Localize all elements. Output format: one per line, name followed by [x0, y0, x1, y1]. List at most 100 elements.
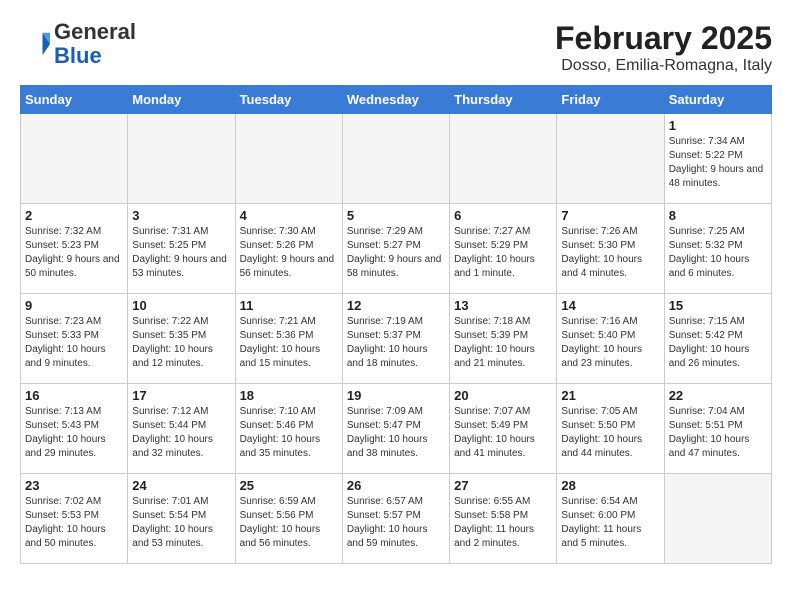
day-info: Sunrise: 7:13 AM Sunset: 5:43 PM Dayligh… [25, 405, 123, 461]
day-number: 20 [454, 388, 552, 403]
calendar-cell: 1Sunrise: 7:34 AM Sunset: 5:22 PM Daylig… [664, 114, 771, 204]
day-number: 13 [454, 298, 552, 313]
col-sunday: Sunday [21, 86, 128, 114]
day-info: Sunrise: 7:25 AM Sunset: 5:32 PM Dayligh… [669, 225, 767, 281]
day-info: Sunrise: 7:04 AM Sunset: 5:51 PM Dayligh… [669, 405, 767, 461]
day-info: Sunrise: 7:10 AM Sunset: 5:46 PM Dayligh… [240, 405, 338, 461]
day-number: 8 [669, 208, 767, 223]
day-info: Sunrise: 7:22 AM Sunset: 5:35 PM Dayligh… [132, 315, 230, 371]
day-info: Sunrise: 7:07 AM Sunset: 5:49 PM Dayligh… [454, 405, 552, 461]
calendar-cell: 7 Sunrise: 7:26 AM Sunset: 5:30 PM Daylig… [557, 204, 664, 294]
col-friday: Friday [557, 86, 664, 114]
day-info: Sunrise: 7:09 AM Sunset: 5:47 PM Dayligh… [347, 405, 445, 461]
day-info: Sunrise: 7:32 AM Sunset: 5:23 PM Dayligh… [25, 225, 123, 281]
calendar-week-row: 2 Sunrise: 7:32 AM Sunset: 5:23 PM Daylig… [21, 204, 772, 294]
day-info: Sunrise: 7:30 AM Sunset: 5:26 PM Dayligh… [240, 225, 338, 281]
calendar-cell: 12Sunrise: 7:19 AM Sunset: 5:37 PM Dayli… [342, 294, 449, 384]
day-info: Sunrise: 7:05 AM Sunset: 5:50 PM Dayligh… [561, 405, 659, 461]
calendar-cell: 27 Sunrise: 6:55 AM Sunset: 5:58 PM Dayli… [450, 474, 557, 564]
day-info: Sunrise: 7:31 AM Sunset: 5:25 PM Dayligh… [132, 225, 230, 281]
day-info: Sunrise: 7:23 AM Sunset: 5:33 PM Dayligh… [25, 315, 123, 371]
calendar-cell: 23 Sunrise: 7:02 AM Sunset: 5:53 PM Dayli… [21, 474, 128, 564]
day-info: Sunrise: 7:01 AM Sunset: 5:54 PM Dayligh… [132, 495, 230, 551]
location-text: Dosso, Emilia-Romagna, Italy [555, 57, 772, 75]
calendar-table: Sunday Monday Tuesday Wednesday Thursday… [20, 85, 772, 564]
day-number: 25 [240, 478, 338, 493]
day-info: Sunrise: 7:19 AM Sunset: 5:37 PM Dayligh… [347, 315, 445, 371]
day-number: 19 [347, 388, 445, 403]
calendar-week-row: 1Sunrise: 7:34 AM Sunset: 5:22 PM Daylig… [21, 114, 772, 204]
day-info: Sunrise: 6:57 AM Sunset: 5:57 PM Dayligh… [347, 495, 445, 551]
day-info: Sunrise: 7:02 AM Sunset: 5:53 PM Dayligh… [25, 495, 123, 551]
calendar-cell: 8 Sunrise: 7:25 AM Sunset: 5:32 PM Daylig… [664, 204, 771, 294]
day-number: 28 [561, 478, 659, 493]
calendar-cell [557, 114, 664, 204]
calendar-cell: 3 Sunrise: 7:31 AM Sunset: 5:25 PM Daylig… [128, 204, 235, 294]
calendar-cell: 16 Sunrise: 7:13 AM Sunset: 5:43 PM Dayli… [21, 384, 128, 474]
calendar-cell: 18 Sunrise: 7:10 AM Sunset: 5:46 PM Dayli… [235, 384, 342, 474]
title-area: February 2025 Dosso, Emilia-Romagna, Ita… [555, 20, 772, 75]
day-info: Sunrise: 6:59 AM Sunset: 5:56 PM Dayligh… [240, 495, 338, 551]
logo-icon [20, 29, 50, 59]
calendar-cell: 6 Sunrise: 7:27 AM Sunset: 5:29 PM Daylig… [450, 204, 557, 294]
day-number: 23 [25, 478, 123, 493]
calendar-cell: 25 Sunrise: 6:59 AM Sunset: 5:56 PM Dayli… [235, 474, 342, 564]
day-number: 6 [454, 208, 552, 223]
day-number: 7 [561, 208, 659, 223]
day-info: Sunrise: 7:12 AM Sunset: 5:44 PM Dayligh… [132, 405, 230, 461]
logo-general-text: General [54, 20, 136, 44]
calendar-week-row: 9 Sunrise: 7:23 AM Sunset: 5:33 PM Daylig… [21, 294, 772, 384]
calendar-cell: 5 Sunrise: 7:29 AM Sunset: 5:27 PM Daylig… [342, 204, 449, 294]
calendar-cell [450, 114, 557, 204]
col-tuesday: Tuesday [235, 86, 342, 114]
logo: General Blue [20, 20, 136, 68]
day-number: 21 [561, 388, 659, 403]
day-info: Sunrise: 7:34 AM Sunset: 5:22 PM Dayligh… [669, 135, 767, 191]
logo-blue-text: Blue [54, 44, 136, 68]
calendar-cell: 2 Sunrise: 7:32 AM Sunset: 5:23 PM Daylig… [21, 204, 128, 294]
calendar-cell: 19 Sunrise: 7:09 AM Sunset: 5:47 PM Dayli… [342, 384, 449, 474]
col-thursday: Thursday [450, 86, 557, 114]
day-number: 5 [347, 208, 445, 223]
calendar-week-row: 16 Sunrise: 7:13 AM Sunset: 5:43 PM Dayli… [21, 384, 772, 474]
day-info: Sunrise: 7:26 AM Sunset: 5:30 PM Dayligh… [561, 225, 659, 281]
calendar-cell: 22 Sunrise: 7:04 AM Sunset: 5:51 PM Dayli… [664, 384, 771, 474]
col-saturday: Saturday [664, 86, 771, 114]
calendar-cell [342, 114, 449, 204]
month-title: February 2025 [555, 20, 772, 57]
day-number: 15 [669, 298, 767, 313]
day-info: Sunrise: 7:29 AM Sunset: 5:27 PM Dayligh… [347, 225, 445, 281]
day-number: 9 [25, 298, 123, 313]
day-info: Sunrise: 7:27 AM Sunset: 5:29 PM Dayligh… [454, 225, 552, 281]
day-number: 22 [669, 388, 767, 403]
calendar-cell: 24 Sunrise: 7:01 AM Sunset: 5:54 PM Dayli… [128, 474, 235, 564]
col-monday: Monday [128, 86, 235, 114]
day-number: 16 [25, 388, 123, 403]
day-number: 27 [454, 478, 552, 493]
calendar-cell: 20 Sunrise: 7:07 AM Sunset: 5:49 PM Dayli… [450, 384, 557, 474]
calendar-cell [235, 114, 342, 204]
day-info: Sunrise: 7:16 AM Sunset: 5:40 PM Dayligh… [561, 315, 659, 371]
calendar-cell: 9 Sunrise: 7:23 AM Sunset: 5:33 PM Daylig… [21, 294, 128, 384]
calendar-cell: 10Sunrise: 7:22 AM Sunset: 5:35 PM Dayli… [128, 294, 235, 384]
calendar-cell [128, 114, 235, 204]
day-number: 17 [132, 388, 230, 403]
day-info: Sunrise: 6:55 AM Sunset: 5:58 PM Dayligh… [454, 495, 552, 551]
page-header: General Blue February 2025 Dosso, Emilia… [20, 20, 772, 75]
calendar-cell: 15Sunrise: 7:15 AM Sunset: 5:42 PM Dayli… [664, 294, 771, 384]
calendar-header-row: Sunday Monday Tuesday Wednesday Thursday… [21, 86, 772, 114]
day-number: 3 [132, 208, 230, 223]
calendar-cell: 11Sunrise: 7:21 AM Sunset: 5:36 PM Dayli… [235, 294, 342, 384]
calendar-cell: 13Sunrise: 7:18 AM Sunset: 5:39 PM Dayli… [450, 294, 557, 384]
calendar-cell: 28Sunrise: 6:54 AM Sunset: 6:00 PM Dayli… [557, 474, 664, 564]
day-number: 18 [240, 388, 338, 403]
day-number: 26 [347, 478, 445, 493]
day-number: 24 [132, 478, 230, 493]
calendar-cell: 14Sunrise: 7:16 AM Sunset: 5:40 PM Dayli… [557, 294, 664, 384]
calendar-cell: 4Sunrise: 7:30 AM Sunset: 5:26 PM Daylig… [235, 204, 342, 294]
calendar-week-row: 23 Sunrise: 7:02 AM Sunset: 5:53 PM Dayli… [21, 474, 772, 564]
calendar-cell [664, 474, 771, 564]
calendar-cell [21, 114, 128, 204]
day-number: 2 [25, 208, 123, 223]
calendar-cell: 21 Sunrise: 7:05 AM Sunset: 5:50 PM Dayli… [557, 384, 664, 474]
